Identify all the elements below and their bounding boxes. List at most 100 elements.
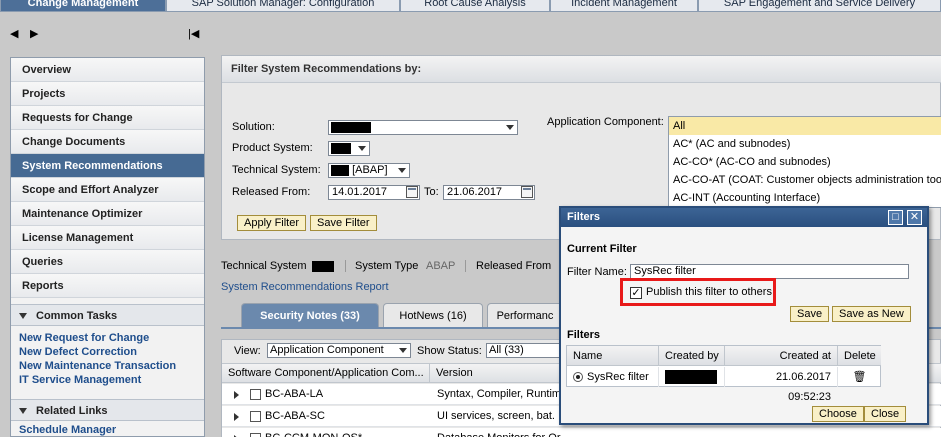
sidebar-item-system-recommendations[interactable]: System Recommendations xyxy=(11,154,204,178)
column-header-name: Name xyxy=(567,346,659,366)
common-tasks-header[interactable]: Common Tasks xyxy=(11,304,204,326)
redacted-value xyxy=(331,164,349,176)
calendar-icon[interactable] xyxy=(406,186,418,198)
chevron-down-icon xyxy=(506,125,514,130)
list-item[interactable]: AC* (AC and subnodes) xyxy=(669,135,941,153)
column-header-delete: Delete xyxy=(838,346,881,366)
save-button[interactable]: Save xyxy=(790,306,830,322)
related-links-header[interactable]: Related Links xyxy=(11,399,204,421)
application-component-list[interactable]: All AC* (AC and subnodes) AC-CO* (AC-CO … xyxy=(668,116,941,208)
sidebar-item-projects[interactable]: Projects xyxy=(11,82,204,106)
maximize-icon[interactable]: □ xyxy=(888,210,903,225)
trash-icon[interactable]: 🗑 xyxy=(838,367,881,387)
filter-row-created-at: 21.06.2017 09:52:23 xyxy=(725,367,838,403)
divider xyxy=(345,260,346,272)
collapse-triangle-icon xyxy=(19,408,27,415)
filter-name-input[interactable]: SysRec filter xyxy=(630,264,909,279)
row-checkbox[interactable] xyxy=(250,433,261,437)
list-item[interactable]: AC-CO* (AC-CO and subnodes) xyxy=(669,153,941,171)
column-header-created-at: Created at xyxy=(725,346,838,366)
back-arrow-icon[interactable]: ◀ xyxy=(10,27,18,40)
info-system-type-value: ABAP xyxy=(426,260,456,272)
row-checkbox[interactable] xyxy=(250,411,261,422)
filter-panel-title: Filter System Recommendations by: xyxy=(222,56,941,83)
technical-system-dropdown[interactable]: [ABAP] xyxy=(328,163,410,178)
close-icon[interactable]: ✕ xyxy=(907,210,922,225)
filters-dialog: Filters □ ✕ Current Filter Filter Name: … xyxy=(559,206,929,425)
row-version: Syntax, Compiler, Runtim xyxy=(437,388,562,400)
info-technical-system-label: Technical System xyxy=(221,260,307,272)
show-status-dropdown[interactable]: All (33) xyxy=(486,343,560,358)
technical-system-label: Technical System: xyxy=(232,164,321,176)
save-as-new-button[interactable]: Save as New xyxy=(832,306,911,322)
choose-button[interactable]: Choose xyxy=(812,406,864,422)
top-navigation-bar: Change Management SAP Solution Manager: … xyxy=(0,0,941,12)
top-tab-root-cause-analysis[interactable]: Root Cause Analysis xyxy=(400,0,550,12)
table-row[interactable]: BC-CCM-MON-OS* Database Monitors for Or xyxy=(222,428,941,437)
chevron-down-icon xyxy=(398,168,406,173)
sidebar-item-queries[interactable]: Queries xyxy=(11,250,204,274)
link-it-service-management[interactable]: IT Service Management xyxy=(11,373,204,387)
application-component-label: Application Component: xyxy=(547,116,664,128)
close-button[interactable]: Close xyxy=(864,406,907,422)
tab-performance[interactable]: Performanc xyxy=(487,303,563,327)
expand-arrow-icon[interactable] xyxy=(234,391,239,399)
column-header-version[interactable]: Version xyxy=(430,364,560,383)
product-system-label: Product System: xyxy=(232,142,313,154)
filter-row-name[interactable]: SysRec filter xyxy=(567,367,659,387)
solution-dropdown[interactable] xyxy=(328,120,518,135)
info-released-from-label: Released From xyxy=(476,260,552,272)
view-dropdown-value: Application Component xyxy=(270,344,384,356)
list-item[interactable]: All xyxy=(669,117,941,135)
expand-arrow-icon[interactable] xyxy=(234,413,239,421)
sidebar-item-maintenance-optimizer[interactable]: Maintenance Optimizer xyxy=(11,202,204,226)
sidebar-item-scope-effort-analyzer[interactable]: Scope and Effort Analyzer xyxy=(11,178,204,202)
sidebar-item-overview[interactable]: Overview xyxy=(11,58,204,82)
list-item[interactable]: AC-CO-AT (COAT: Customer objects adminis… xyxy=(669,171,941,189)
list-item[interactable]: AC-INT (Accounting Interface) xyxy=(669,189,941,207)
divider xyxy=(465,260,466,272)
column-header-created-by: Created by xyxy=(659,346,725,366)
collapse-sidebar-icon[interactable]: |◀ xyxy=(188,27,199,40)
link-new-maintenance-transaction[interactable]: New Maintenance Transaction xyxy=(11,359,204,373)
filters-dialog-title: Filters xyxy=(561,208,927,227)
forward-arrow-icon[interactable]: ▶ xyxy=(30,27,38,40)
apply-filter-button[interactable]: Apply Filter xyxy=(237,215,307,231)
link-new-request-for-change[interactable]: New Request for Change xyxy=(11,331,204,345)
column-header-component[interactable]: Software Component/Application Com... xyxy=(222,364,430,383)
tab-hotnews[interactable]: HotNews (16) xyxy=(383,303,483,327)
sidebar-item-reports[interactable]: Reports xyxy=(11,274,204,298)
top-tab-solution-manager-configuration[interactable]: SAP Solution Manager: Configuration xyxy=(166,0,400,12)
sidebar-item-license-management[interactable]: License Management xyxy=(11,226,204,250)
row-component: BC-CCM-MON-OS* xyxy=(265,428,362,437)
tab-security-notes[interactable]: Security Notes (33) xyxy=(241,303,379,327)
collapse-triangle-icon xyxy=(19,313,27,320)
sidebar-item-requests-for-change[interactable]: Requests for Change xyxy=(11,106,204,130)
filter-row-created-by xyxy=(659,367,725,387)
redacted-value xyxy=(331,142,351,154)
top-tab-incident-management[interactable]: Incident Management xyxy=(550,0,698,12)
common-tasks-title: Common Tasks xyxy=(36,310,118,322)
history-navigation: ◀ ▶ |◀ xyxy=(10,27,205,41)
link-schedule-manager[interactable]: Schedule Manager xyxy=(11,423,204,437)
redacted-value xyxy=(331,121,371,133)
current-filter-title: Current Filter xyxy=(567,243,637,255)
filters-list-title: Filters xyxy=(567,329,601,341)
filter-radio[interactable] xyxy=(573,372,583,383)
product-system-dropdown[interactable] xyxy=(328,141,370,156)
top-tab-change-management[interactable]: Change Management xyxy=(0,0,166,12)
save-filter-button[interactable]: Save Filter xyxy=(310,215,377,231)
top-tab-engagement-service-delivery[interactable]: SAP Engagement and Service Delivery xyxy=(698,0,941,12)
show-status-label: Show Status: xyxy=(417,345,482,357)
view-dropdown[interactable]: Application Component xyxy=(267,343,411,358)
to-label: To: xyxy=(424,186,439,198)
row-checkbox[interactable] xyxy=(250,389,261,400)
link-new-defect-correction[interactable]: New Defect Correction xyxy=(11,345,204,359)
system-recommendations-report-link[interactable]: System Recommendations Report xyxy=(221,281,389,293)
sidebar: Overview Projects Requests for Change Ch… xyxy=(10,57,205,437)
sidebar-item-change-documents[interactable]: Change Documents xyxy=(11,130,204,154)
row-version: UI services, screen, bat. xyxy=(437,410,555,422)
technical-system-type: [ABAP] xyxy=(352,164,388,176)
calendar-icon[interactable] xyxy=(521,186,533,198)
row-component: BC-ABA-SC xyxy=(265,410,325,422)
